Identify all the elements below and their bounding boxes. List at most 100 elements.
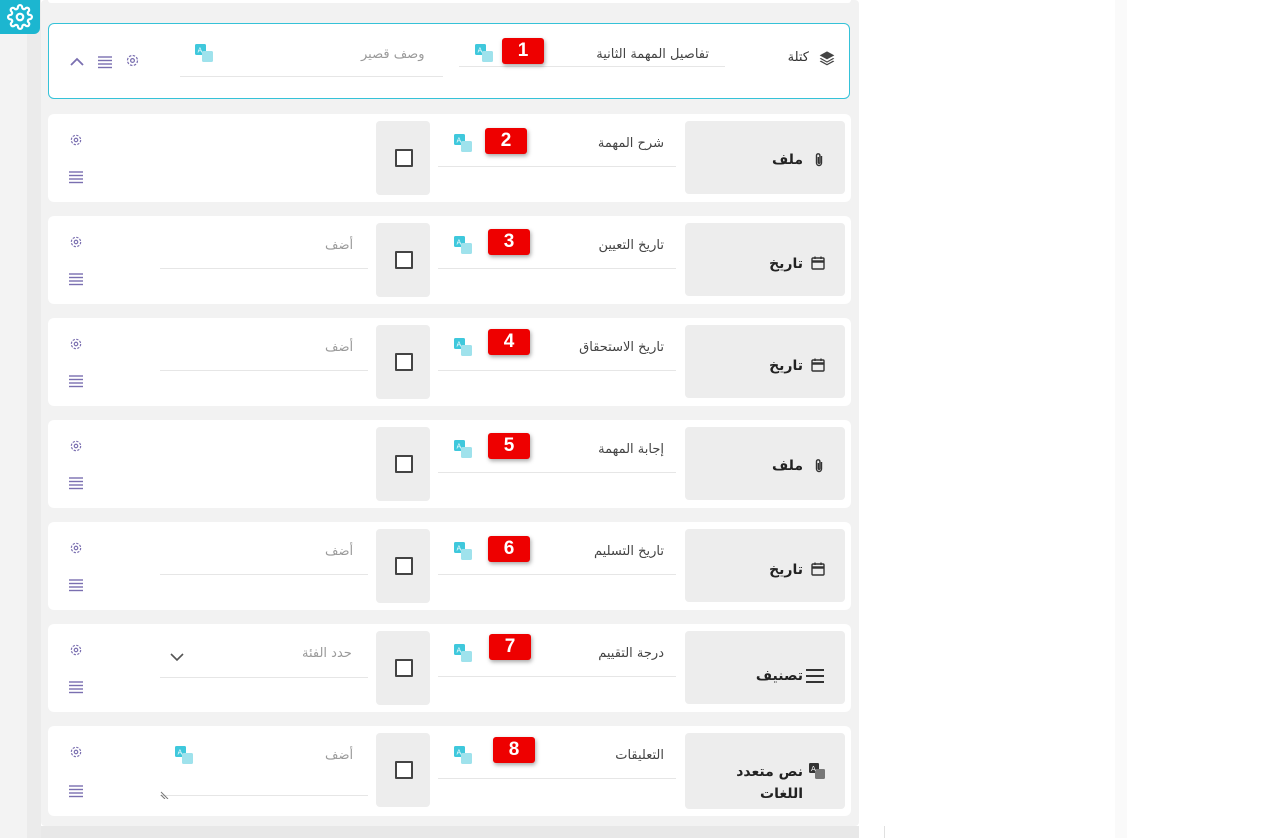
right-gutter (1115, 0, 1127, 838)
annotation-badge-7: 7 (489, 634, 531, 660)
field-row: تصنيف درجة التقييم A 7 حدد الفئة (48, 624, 851, 712)
required-checkbox[interactable] (395, 557, 413, 575)
layers-icon (819, 50, 835, 70)
field-row: ملف شرح المهمة A 2 (48, 114, 851, 202)
annotation-badge-2: 2 (485, 128, 527, 154)
gear-icon[interactable] (69, 132, 83, 151)
drag-handle-icon[interactable] (68, 169, 84, 188)
gear-icon[interactable] (69, 744, 83, 763)
svg-text:A: A (457, 239, 462, 247)
calendar-icon (811, 255, 825, 274)
drag-handle-icon[interactable] (68, 783, 84, 802)
required-checkbox-area[interactable] (376, 631, 430, 705)
required-checkbox[interactable] (395, 251, 413, 269)
block-label: كتلة (787, 50, 809, 65)
field-type-label: تاريخ (769, 562, 803, 578)
calendar-icon (811, 357, 825, 376)
gear-icon[interactable] (69, 642, 83, 661)
paperclip-icon (813, 152, 825, 172)
block-card: كتلة تفاصيل المهمة الثانية A 1 وصف قصير … (48, 23, 850, 99)
translate-icon[interactable]: A (454, 338, 472, 356)
gear-icon[interactable] (69, 540, 83, 559)
field-row: نص متعدد اللغات A التعليقات A 8 أضف A (48, 726, 851, 816)
required-checkbox[interactable] (395, 149, 413, 167)
translate-icon[interactable]: A (475, 44, 493, 62)
field-label-value: تاريخ الاستحقاق (579, 340, 664, 355)
paperclip-icon (813, 458, 825, 478)
field-type-label: تصنيف (755, 668, 803, 684)
annotation-badge-6: 6 (488, 536, 530, 562)
required-checkbox[interactable] (395, 353, 413, 371)
drag-handle-icon[interactable] (68, 271, 84, 290)
field-type-box[interactable]: نص متعدد اللغات A (685, 733, 845, 809)
required-checkbox-area[interactable] (376, 733, 430, 807)
gear-icon[interactable] (69, 234, 83, 253)
translate-icon[interactable]: A (454, 236, 472, 254)
category-select-placeholder: حدد الفئة (302, 646, 352, 661)
chevron-down-icon[interactable] (169, 648, 185, 667)
translate-icon[interactable]: A (454, 644, 472, 662)
drag-handle-icon[interactable] (68, 373, 84, 392)
previous-card-edge (48, 0, 851, 3)
field-type-label: تاريخ (769, 358, 803, 374)
gear-icon[interactable] (69, 336, 83, 355)
translate-icon[interactable]: A (454, 134, 472, 152)
field-row: ملف إجابة المهمة A 5 (48, 420, 851, 508)
default-value-placeholder: أضف (325, 340, 354, 355)
required-checkbox[interactable] (395, 761, 413, 779)
annotation-badge-5: 5 (488, 433, 530, 459)
svg-text:A: A (457, 341, 462, 349)
default-value-placeholder: أضف (325, 238, 354, 253)
settings-fab[interactable] (0, 0, 40, 34)
right-bottom-edge (884, 826, 1115, 838)
field-type-box[interactable]: تاريخ (685, 325, 845, 398)
field-type-box[interactable]: ملف (685, 427, 845, 500)
short-description-placeholder: وصف قصير (361, 47, 425, 62)
translate-icon: A (809, 763, 825, 783)
field-row: تاريخ تاريخ التسليم A 6 أضف (48, 522, 851, 610)
drag-handle-icon[interactable] (68, 577, 84, 596)
field-row: تاريخ تاريخ الاستحقاق A 4 أضف (48, 318, 851, 406)
drag-handle-icon[interactable] (97, 54, 113, 73)
panel-footer (41, 826, 859, 838)
field-label-value: تاريخ التسليم (594, 544, 664, 559)
left-strip (0, 0, 27, 838)
required-checkbox-area[interactable] (376, 325, 430, 399)
multilingual-textarea[interactable] (160, 767, 368, 796)
required-checkbox-area[interactable] (376, 427, 430, 501)
field-type-label: ملف (771, 152, 803, 168)
field-type-label: ملف (771, 458, 803, 474)
required-checkbox-area[interactable] (376, 529, 430, 603)
required-checkbox-area[interactable] (376, 121, 430, 195)
required-checkbox[interactable] (395, 659, 413, 677)
annotation-badge-8: 8 (493, 737, 535, 763)
field-type-box[interactable]: ملف (685, 121, 845, 194)
resize-handle-icon[interactable] (160, 784, 170, 803)
drag-handle-icon[interactable] (68, 679, 84, 698)
field-type-box[interactable]: تاريخ (685, 529, 845, 602)
drag-handle-icon[interactable] (68, 475, 84, 494)
field-label-value: تاريخ التعيين (598, 238, 664, 253)
required-checkbox-area[interactable] (376, 223, 430, 297)
required-checkbox[interactable] (395, 455, 413, 473)
field-type-box[interactable]: تاريخ (685, 223, 845, 296)
annotation-badge-1: 1 (502, 38, 544, 64)
gear-icon (7, 4, 33, 30)
multilingual-textarea-placeholder: أضف (325, 748, 354, 763)
gear-icon[interactable] (69, 438, 83, 457)
field-label-value: درجة التقييم (598, 646, 664, 661)
translate-icon[interactable]: A (454, 440, 472, 458)
chevron-up-icon[interactable] (69, 54, 85, 73)
svg-text:A: A (178, 749, 183, 757)
default-value-placeholder: أضف (325, 544, 354, 559)
gear-icon[interactable] (125, 53, 140, 72)
translate-icon[interactable]: A (195, 44, 213, 62)
translate-icon[interactable]: A (454, 542, 472, 560)
translate-icon[interactable]: A (175, 746, 193, 764)
field-type-label: نص متعدد اللغات (736, 764, 803, 802)
translate-icon[interactable]: A (454, 746, 472, 764)
svg-text:A: A (811, 765, 816, 773)
annotation-badge-3: 3 (488, 229, 530, 255)
field-label-value: إجابة المهمة (598, 442, 664, 457)
field-type-box[interactable]: تصنيف (685, 631, 845, 704)
